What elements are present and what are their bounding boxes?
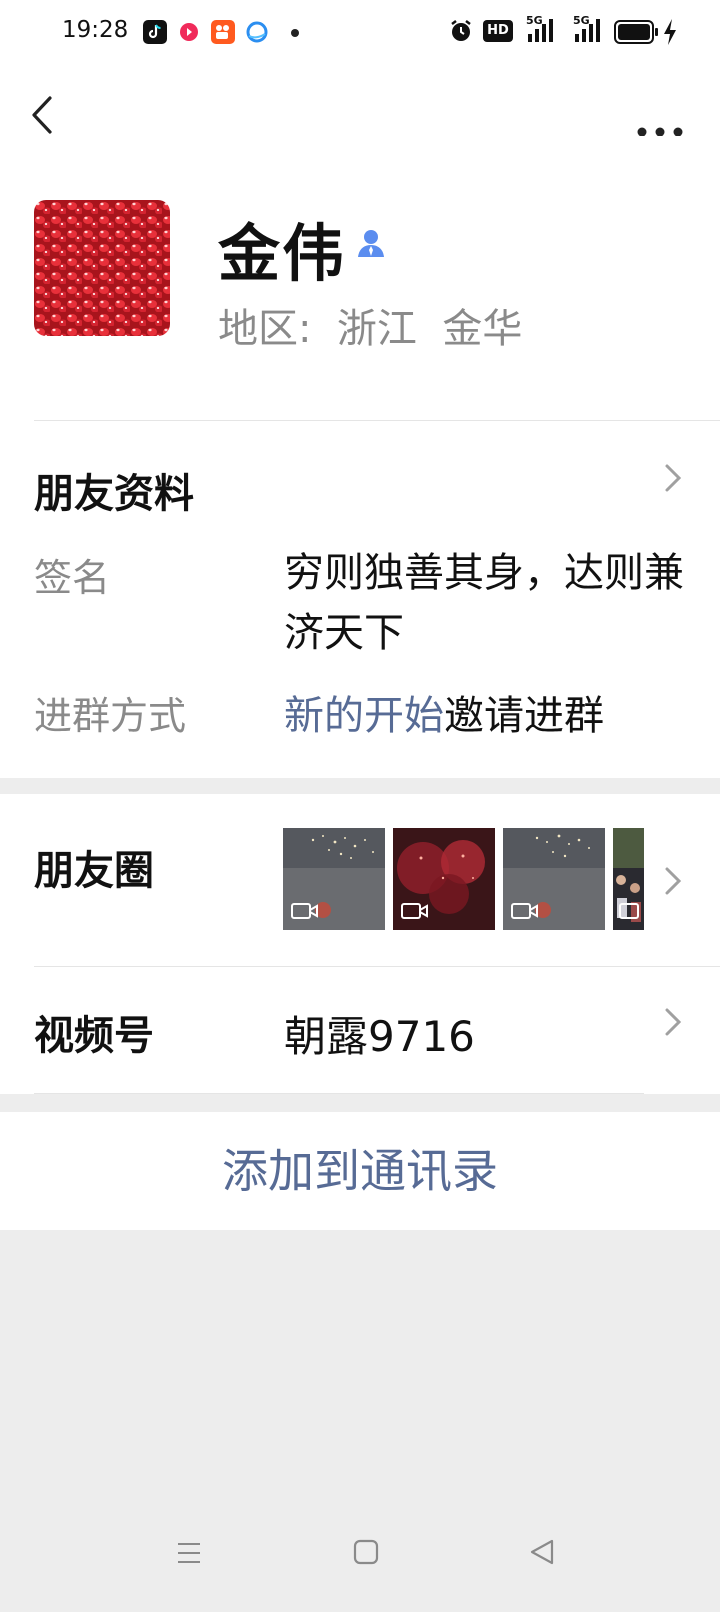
chevron-right-icon bbox=[665, 1008, 682, 1036]
channels-divider bbox=[34, 1093, 644, 1094]
network-label-1: 5G bbox=[526, 14, 543, 27]
region-value: 浙江 金华 bbox=[336, 306, 523, 352]
hd-badge: HD bbox=[483, 20, 513, 42]
signature-label: 签名 bbox=[34, 556, 111, 600]
avatar[interactable] bbox=[34, 200, 170, 336]
person-icon bbox=[358, 230, 384, 257]
channels-title: 视频号 bbox=[34, 1013, 154, 1059]
back-button[interactable] bbox=[24, 92, 64, 138]
chevron-right-icon bbox=[665, 464, 682, 492]
alarm-icon bbox=[451, 20, 471, 41]
region-label: 地区: bbox=[218, 306, 312, 352]
back-triangle-icon[interactable] bbox=[528, 1538, 556, 1566]
moments-thumbnail-1[interactable] bbox=[283, 828, 385, 930]
signature-value: 穷则独善其身，达则兼济天下 bbox=[284, 550, 684, 656]
more-dots-icon bbox=[637, 127, 683, 137]
join-method-value: 新的开始邀请进群 bbox=[284, 683, 604, 741]
moments-thumbnail-4[interactable] bbox=[613, 828, 644, 930]
status-time: 19:28 bbox=[62, 17, 129, 43]
profile-region: 地区: 浙江 金华 bbox=[218, 296, 522, 354]
add-contact-panel: 添加到通讯录 bbox=[0, 1112, 720, 1230]
browser-icon bbox=[245, 20, 269, 44]
red-app-icon bbox=[177, 20, 201, 44]
inviter-link[interactable]: 新的开始 bbox=[284, 693, 444, 739]
battery-icon bbox=[614, 20, 658, 44]
video-camera-icon bbox=[511, 903, 538, 919]
join-method-label: 进群方式 bbox=[34, 694, 187, 738]
charging-icon bbox=[664, 19, 676, 45]
top-nav-bar bbox=[0, 78, 720, 152]
signal-5g-1: 5G bbox=[524, 14, 556, 48]
avatar-image bbox=[34, 200, 170, 336]
video-camera-icon bbox=[619, 903, 639, 919]
moments-title: 朋友圈 bbox=[34, 848, 154, 894]
friend-info-row[interactable]: 朋友资料 bbox=[0, 421, 720, 521]
notification-dot bbox=[291, 29, 299, 37]
add-to-contacts-button[interactable]: 添加到通讯录 bbox=[0, 1112, 720, 1230]
video-camera-icon bbox=[401, 903, 428, 919]
moments-thumbnail-2[interactable] bbox=[393, 828, 495, 930]
signal-5g-2: 5G bbox=[571, 14, 603, 48]
system-nav-bar bbox=[0, 1530, 720, 1610]
more-button[interactable] bbox=[630, 96, 690, 137]
home-icon[interactable] bbox=[352, 1538, 380, 1566]
status-bar: 19:28 HD 5G 5G bbox=[0, 0, 720, 64]
tiktok-icon bbox=[143, 20, 167, 44]
channels-value: 朝露9716 bbox=[284, 1012, 475, 1061]
video-camera-icon bbox=[291, 903, 318, 919]
moments-thumbnail-3[interactable] bbox=[503, 828, 605, 930]
moments-row[interactable]: 朋友圈 bbox=[0, 794, 720, 966]
back-arrow-icon bbox=[32, 96, 52, 134]
friend-info-title: 朋友资料 bbox=[34, 471, 194, 517]
chevron-right-icon bbox=[665, 867, 682, 895]
channels-row[interactable]: 视频号 朝露9716 bbox=[0, 967, 720, 1077]
join-suffix: 邀请进群 bbox=[444, 693, 604, 739]
profile-name: 金伟 bbox=[218, 217, 347, 290]
menu-icon[interactable] bbox=[176, 1540, 202, 1566]
kuaishou-icon bbox=[211, 20, 235, 44]
moments-channels-panel: 朋友圈 视频号 朝露9716 bbox=[0, 794, 720, 1094]
network-label-2: 5G bbox=[573, 14, 590, 27]
